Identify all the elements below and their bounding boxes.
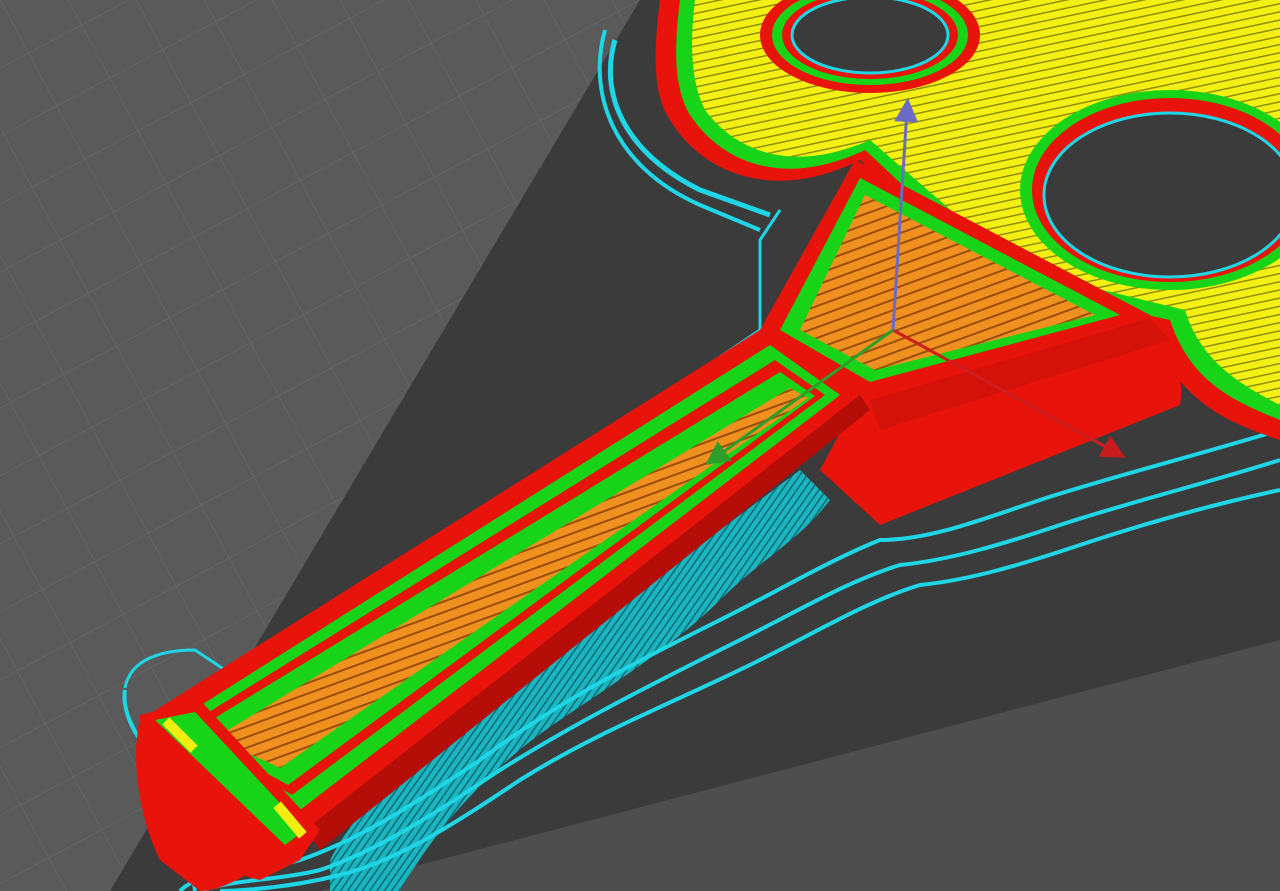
layer-preview-canvas[interactable] xyxy=(0,0,1280,891)
3d-viewport[interactable] xyxy=(0,0,1280,891)
